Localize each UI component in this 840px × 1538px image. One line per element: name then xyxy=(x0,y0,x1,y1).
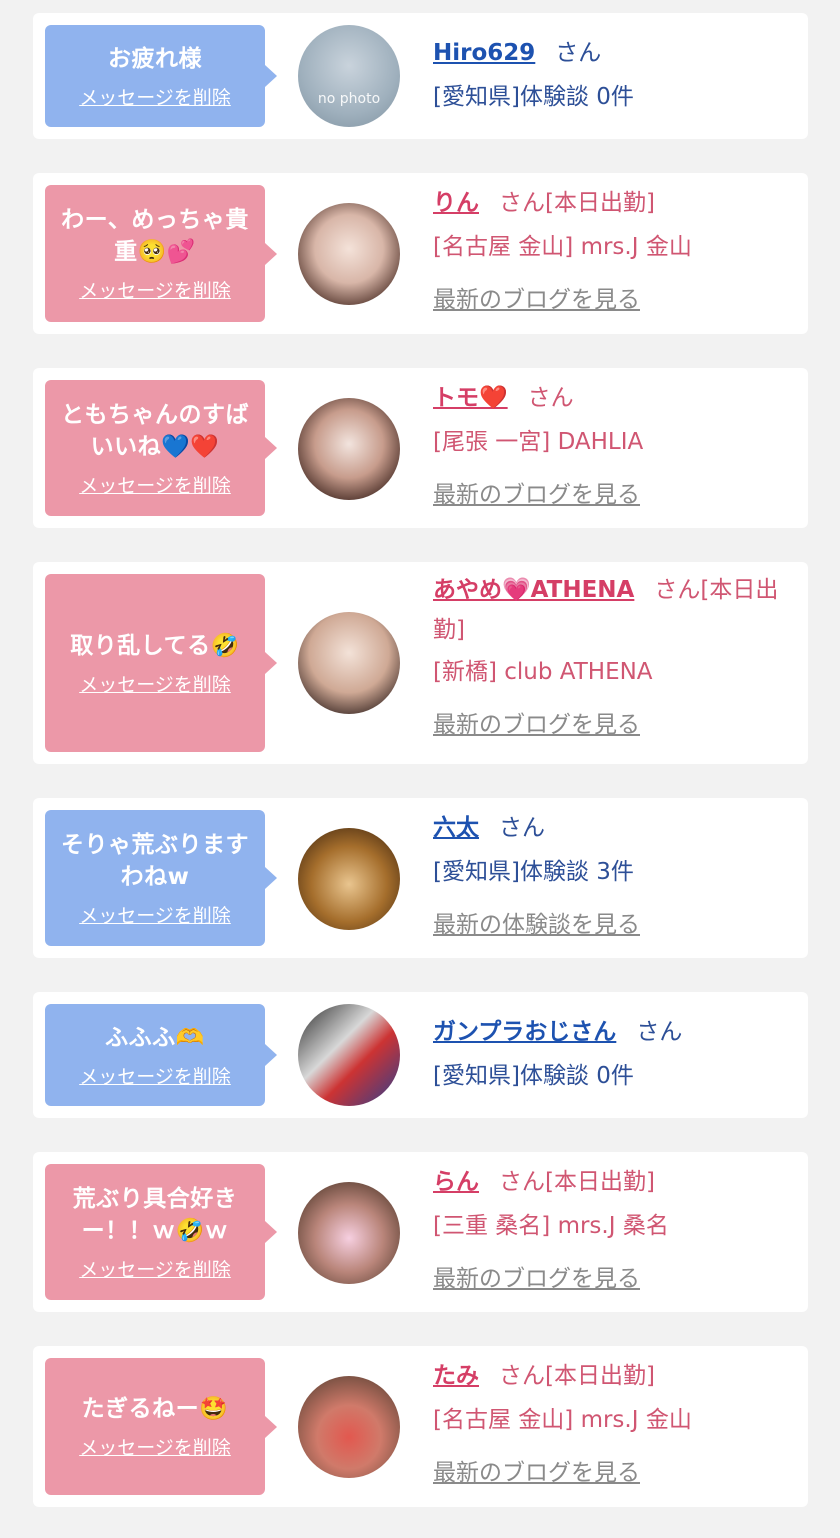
message-text: わー、めっちゃ貴重🥺💕 xyxy=(61,207,249,265)
profile-name-link[interactable]: ガンプラおじさん xyxy=(433,1019,616,1045)
profile-detail: [愛知県]体験談 0件 xyxy=(433,1063,634,1089)
message-text: そりゃ荒ぶりますわねw xyxy=(61,831,249,890)
latest-post-link[interactable]: 最新のブログを見る xyxy=(433,283,790,317)
profile-info: りん さん[本日出勤] [名古屋 金山] mrs.J 金山最新のブログを見る xyxy=(433,181,790,317)
message-bubble: たぎるねー🤩 メッセージを削除 xyxy=(45,1358,277,1495)
message-text: お疲れ様 xyxy=(108,45,202,72)
honorific-status: さん[本日出勤] xyxy=(499,190,655,216)
profile-name-link[interactable]: トモ❤️ xyxy=(433,385,508,411)
profile-info: トモ❤️ さん [尾張 一宮] DAHLIA 最新のブログを見る xyxy=(433,376,790,512)
message-bubble: ふふふ🫶 メッセージを削除 xyxy=(45,1004,277,1106)
honorific-status: さん xyxy=(527,385,574,411)
message-bubble: そりゃ荒ぶりますわねw メッセージを削除 xyxy=(45,810,277,946)
latest-post-link[interactable]: 最新のブログを見る xyxy=(433,1456,790,1490)
message-bubble: わー、めっちゃ貴重🥺💕 メッセージを削除 xyxy=(45,185,277,322)
profile-detail: [名古屋 金山] mrs.J 金山 xyxy=(433,1407,692,1433)
no-photo-label: no photo xyxy=(317,91,381,107)
profile-info: たみ さん[本日出勤] [名古屋 金山] mrs.J 金山最新のブログを見る xyxy=(433,1354,790,1490)
delete-message-link[interactable]: メッセージを削除 xyxy=(79,276,231,303)
delete-message-link[interactable]: メッセージを削除 xyxy=(79,1255,231,1282)
latest-post-link[interactable]: 最新のブログを見る xyxy=(433,1262,790,1296)
message-bubble: 荒ぶり具合好きー！！ｗ🤣ｗ メッセージを削除 xyxy=(45,1164,277,1300)
avatar[interactable] xyxy=(298,612,400,714)
message-text: 取り乱してる🤣 xyxy=(70,632,240,659)
delete-message-link[interactable]: メッセージを削除 xyxy=(79,471,231,498)
no-photo-avatar[interactable]: no photo xyxy=(298,25,400,127)
honorific-status: さん xyxy=(555,40,602,66)
delete-message-link[interactable]: メッセージを削除 xyxy=(79,1062,231,1089)
profile-name-link[interactable]: らん xyxy=(433,1169,479,1195)
profile-name-link[interactable]: あやめ💗ATHENA xyxy=(433,577,634,603)
profile-detail: [尾張 一宮] DAHLIA xyxy=(433,429,644,455)
delete-message-link[interactable]: メッセージを削除 xyxy=(79,83,231,110)
profile-info: らん さん[本日出勤] [三重 桑名] mrs.J 桑名最新のブログを見る xyxy=(433,1160,790,1296)
message-card: そりゃ荒ぶりますわねw メッセージを削除 六太 さん [愛知県]体験談 3件最新の体験談… xyxy=(33,798,808,958)
message-card: たぎるねー🤩 メッセージを削除 たみ さん[本日出勤] [名古屋 金山] mrs.J 金… xyxy=(33,1346,808,1507)
profile-name-link[interactable]: 六太 xyxy=(433,815,479,841)
honorific-status: さん xyxy=(499,815,545,841)
profile-info: Hiro629 さん [愛知県]体験談 0件 xyxy=(433,31,790,119)
message-text: ふふふ🫶 xyxy=(105,1024,205,1051)
latest-post-link[interactable]: 最新のブログを見る xyxy=(433,708,790,742)
message-bubble: 取り乱してる🤣 メッセージを削除 xyxy=(45,574,277,752)
message-card: お疲れ様メッセージを削除 no photo Hiro629 さん [愛知県]体験談 0件 xyxy=(33,13,808,139)
message-card: 取り乱してる🤣 メッセージを削除 あやめ💗ATHENA さん[本日出勤] [新橋] cl… xyxy=(33,562,808,764)
profile-detail: [愛知県]体験談 0件 xyxy=(433,84,634,110)
profile-info: あやめ💗ATHENA さん[本日出勤] [新橋] club ATHENA 最新のブログ… xyxy=(433,570,790,742)
profile-name-link[interactable]: Hiro629 xyxy=(433,40,535,66)
delete-message-link[interactable]: メッセージを削除 xyxy=(79,901,231,928)
profile-detail: [三重 桑名] mrs.J 桑名 xyxy=(433,1213,669,1239)
message-bubble: お疲れ様メッセージを削除 xyxy=(45,25,277,127)
delete-message-link[interactable]: メッセージを削除 xyxy=(79,1433,231,1460)
honorific-status: さん[本日出勤] xyxy=(499,1363,655,1389)
avatar[interactable] xyxy=(298,1004,400,1106)
avatar[interactable] xyxy=(298,398,400,500)
delete-message-link[interactable]: メッセージを削除 xyxy=(79,670,231,697)
profile-info: 六太 さん [愛知県]体験談 3件最新の体験談を見る xyxy=(433,806,790,942)
avatar[interactable] xyxy=(298,828,400,930)
avatar[interactable] xyxy=(298,203,400,305)
message-text: 荒ぶり具合好きー！！ｗ🤣ｗ xyxy=(72,1185,238,1244)
honorific-status: さん[本日出勤] xyxy=(499,1169,655,1195)
profile-info: ガンプラおじさん さん [愛知県]体験談 0件 xyxy=(433,1010,790,1098)
profile-detail: [愛知県]体験談 3件 xyxy=(433,859,634,885)
profile-name-link[interactable]: りん xyxy=(433,190,479,216)
latest-post-link[interactable]: 最新の体験談を見る xyxy=(433,908,790,942)
message-text: たぎるねー🤩 xyxy=(81,1396,229,1422)
message-list: お疲れ様 メッセージを削除 no photo Hiro629 さん [愛知県]体験談 0件… xyxy=(0,0,840,1538)
message-card: わー、めっちゃ貴重🥺💕 メッセージを削除 りん さん[本日出勤] [名古屋 金山] mr… xyxy=(33,173,808,334)
profile-detail: [新橋] club ATHENA xyxy=(433,659,653,685)
profile-detail: [名古屋 金山] mrs.J 金山 xyxy=(433,234,692,260)
avatar[interactable] xyxy=(298,1376,400,1478)
honorific-status: さん xyxy=(636,1019,683,1045)
message-card: ふふふ🫶 メッセージを削除 ガンプラおじさん さん [愛知県]体験談 0件 xyxy=(33,992,808,1118)
message-bubble: ともちゃんのすばいいね💙❤️ メッセージを削除 xyxy=(45,380,277,516)
message-text: ともちゃんのすばいいね💙❤️ xyxy=(61,401,249,460)
latest-post-link[interactable]: 最新のブログを見る xyxy=(433,478,790,512)
message-card: ともちゃんのすばいいね💙❤️ メッセージを削除 トモ❤️ さん [尾張 一宮] DAHL… xyxy=(33,368,808,528)
message-card: 荒ぶり具合好きー！！ｗ🤣ｗ メッセージを削除 らん さん[本日出勤] [三重 桑名] m… xyxy=(33,1152,808,1312)
profile-name-link[interactable]: たみ xyxy=(433,1363,479,1389)
avatar[interactable] xyxy=(298,1182,400,1284)
